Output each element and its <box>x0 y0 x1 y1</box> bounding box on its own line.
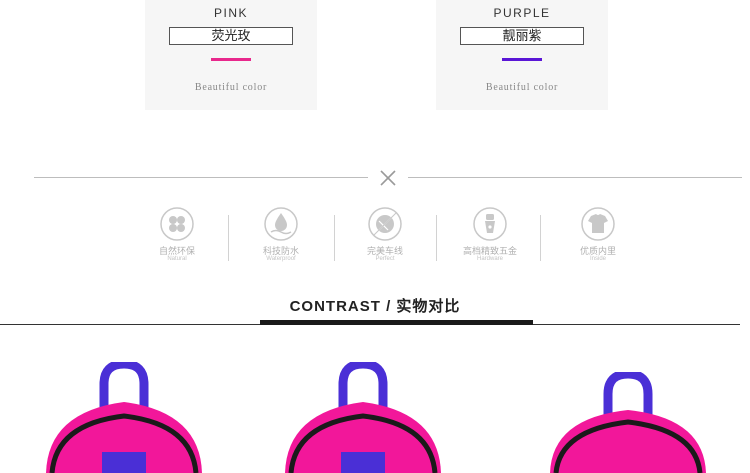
feature-label-en: Inside <box>589 256 606 262</box>
color-name-cn: 荧光玫 <box>169 27 293 45</box>
color-card-pink: PINK 荧光玫 Beautiful color <box>145 0 317 110</box>
feature-label-cn: 自然环保 <box>158 246 195 256</box>
contrast-title: CONTRAST / 实物对比 <box>289 298 461 315</box>
water-drop-icon <box>264 207 298 241</box>
color-name-cn: 靓丽紫 <box>460 27 584 45</box>
feature-separator <box>228 215 229 261</box>
divider-left <box>34 177 368 178</box>
feature-label-en: Perfect <box>375 256 395 262</box>
feature-waterproof: 科技防水 Waterproof <box>241 205 321 263</box>
color-subtitle: Beautiful color <box>194 82 268 93</box>
feature-separator <box>334 215 335 261</box>
zipper-pull-icon <box>473 207 507 241</box>
color-name-en: PURPLE <box>493 6 551 20</box>
feature-label-cn: 完美车线 <box>366 246 403 256</box>
feature-label-en: Natural <box>167 256 187 262</box>
color-name-en: PINK <box>213 6 248 20</box>
color-swatch-bar <box>502 58 542 61</box>
feature-label-en: Waterproof <box>266 256 296 262</box>
feature-separator <box>436 215 437 261</box>
feature-label-cn: 科技防水 <box>262 246 299 256</box>
divider-right <box>408 177 742 178</box>
color-swatch-bar <box>211 58 251 61</box>
feature-natural: 自然环保 Natural <box>137 205 217 263</box>
feature-perfect: 完美车线 Perfect <box>345 205 425 263</box>
clover-icon <box>160 207 194 241</box>
feature-label-en: Hardware <box>476 256 503 262</box>
color-subtitle: Beautiful color <box>485 82 559 93</box>
backpack-image <box>550 372 706 473</box>
feature-inside: 优质内里 Inside <box>558 205 638 263</box>
close-icon <box>380 170 396 186</box>
contrast-underline-bar <box>260 320 533 325</box>
feature-separator <box>540 215 541 261</box>
backpack-image <box>46 362 202 473</box>
feature-label-cn: 优质内里 <box>579 246 616 256</box>
thread-ball-icon <box>368 207 402 241</box>
shirt-icon <box>581 207 615 241</box>
backpack-image <box>285 362 441 473</box>
color-card-purple: PURPLE 靓丽紫 Beautiful color <box>436 0 608 110</box>
feature-label-cn: 高档精致五金 <box>462 246 517 256</box>
feature-hardware: 高档精致五金 Hardware <box>450 205 530 263</box>
